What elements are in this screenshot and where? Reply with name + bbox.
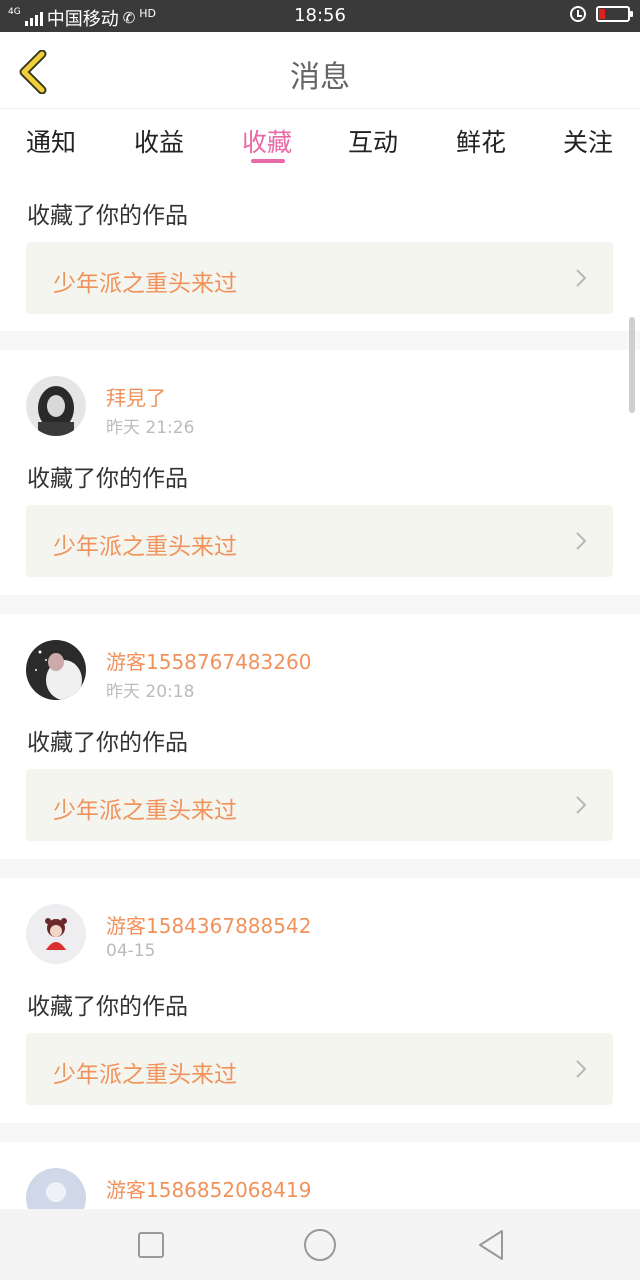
scrollbar[interactable] — [629, 317, 635, 413]
tab-follows[interactable]: 关注 — [548, 123, 628, 159]
tab-interactions[interactable]: 互动 — [333, 123, 413, 159]
system-nav-bar — [0, 1209, 640, 1280]
avatar[interactable] — [26, 376, 86, 436]
circle-icon[interactable] — [302, 1227, 338, 1263]
tab-flowers[interactable]: 鲜花 — [441, 123, 521, 159]
divider — [0, 595, 640, 614]
action-text: 收藏了你的作品 — [27, 994, 188, 1020]
work-title: 少年派之重头来过 — [53, 1062, 237, 1088]
username[interactable]: 拜見了 — [106, 382, 166, 411]
chevron-right-icon — [576, 796, 587, 814]
action-text: 收藏了你的作品 — [27, 203, 188, 229]
work-title: 少年派之重头来过 — [53, 271, 237, 297]
divider — [0, 859, 640, 878]
work-link[interactable]: 少年派之重头来过 — [26, 242, 613, 314]
work-title: 少年派之重头来过 — [53, 798, 237, 824]
nav-bar: 消息 — [0, 32, 640, 109]
action-text: 收藏了你的作品 — [27, 466, 188, 492]
tab-earnings[interactable]: 收益 — [119, 123, 199, 159]
work-link[interactable]: 少年派之重头来过 — [26, 769, 613, 841]
triangle-back-icon[interactable] — [474, 1227, 510, 1263]
tab-favorites[interactable]: 收藏 — [227, 123, 307, 159]
status-right — [570, 6, 633, 22]
timestamp: 昨天 21:26 — [106, 418, 195, 438]
list-item: 收藏了你的作品 少年派之重头来过 — [0, 169, 640, 331]
chevron-right-icon — [576, 1060, 587, 1078]
avatar[interactable] — [26, 1168, 86, 1209]
timestamp: 04-15 — [106, 941, 156, 961]
action-text: 收藏了你的作品 — [27, 730, 188, 756]
tab-notice[interactable]: 通知 — [11, 123, 91, 159]
timestamp: 昨天 20:18 — [106, 682, 195, 702]
username[interactable]: 游客1586852068419 — [106, 1174, 311, 1203]
divider — [0, 1123, 640, 1142]
list-item: 游客1558767483260 昨天 20:18 收藏了你的作品 少年派之重头来… — [0, 614, 640, 859]
divider — [0, 331, 640, 350]
username[interactable]: 游客1584367888542 — [106, 910, 311, 939]
username[interactable]: 游客1558767483260 — [106, 646, 311, 675]
status-bar: 4G 中国移动 ✆ HD 18:56 — [0, 0, 640, 32]
avatar[interactable] — [26, 640, 86, 700]
work-link[interactable]: 少年派之重头来过 — [26, 1033, 613, 1105]
list-item: 游客1586852068419 — [0, 1142, 640, 1209]
tab-bar: 通知 收益 收藏 互动 鲜花 关注 — [0, 109, 640, 169]
chevron-right-icon — [576, 532, 587, 550]
chevron-right-icon — [576, 269, 587, 287]
page-title: 消息 — [290, 60, 350, 95]
avatar[interactable] — [26, 904, 86, 964]
work-title: 少年派之重头来过 — [53, 534, 237, 560]
list-item: 拜見了 昨天 21:26 收藏了你的作品 少年派之重头来过 — [0, 350, 640, 595]
status-time: 18:56 — [294, 5, 346, 26]
battery-icon — [596, 6, 633, 22]
work-link[interactable]: 少年派之重头来过 — [26, 505, 613, 577]
alarm-icon — [570, 6, 586, 22]
active-tab-indicator — [251, 159, 285, 163]
square-icon[interactable] — [133, 1227, 169, 1263]
list-item: 游客1584367888542 04-15 收藏了你的作品 少年派之重头来过 — [0, 878, 640, 1123]
message-list[interactable]: 收藏了你的作品 少年派之重头来过 拜見了 昨天 21:26 收藏了你的作品 少年… — [0, 169, 640, 1209]
